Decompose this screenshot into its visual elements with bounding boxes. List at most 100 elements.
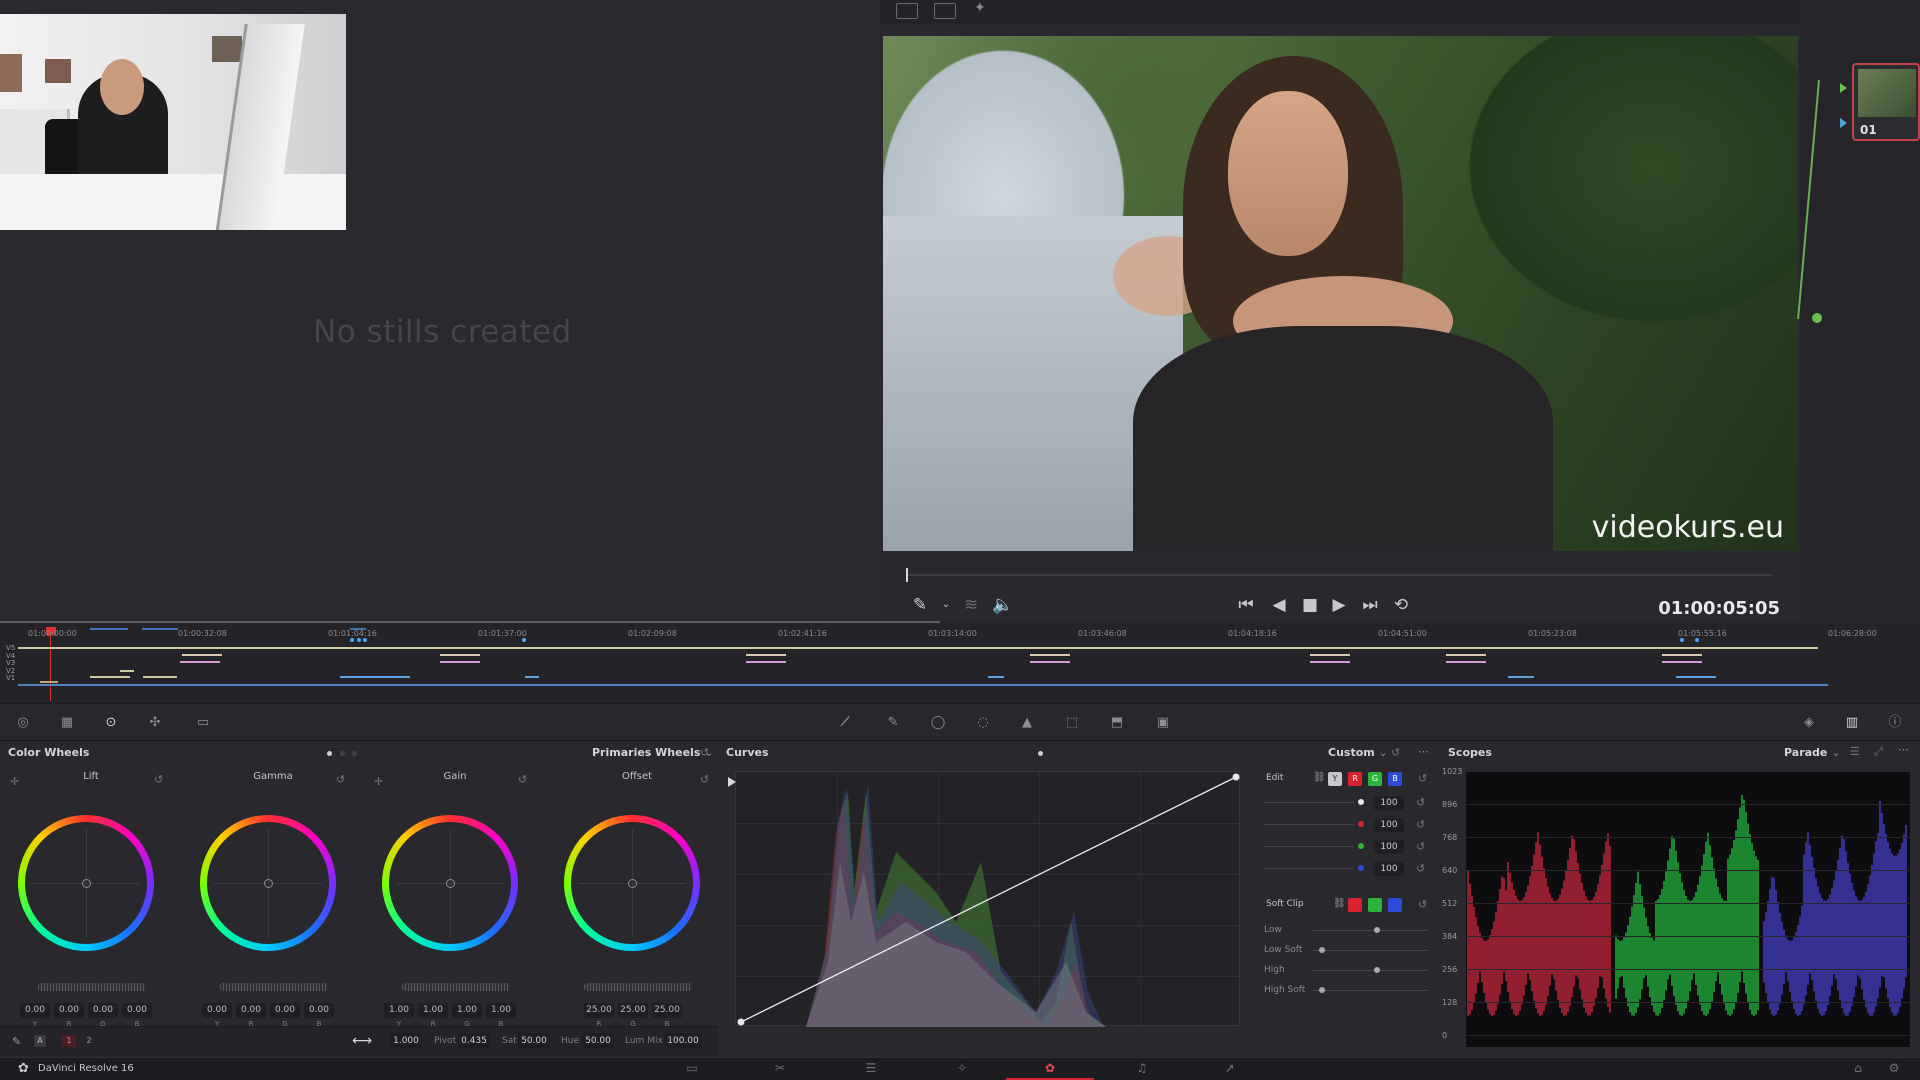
fairlight-page-icon[interactable]: ♫ [1130,1061,1154,1077]
3d-icon[interactable]: ▣ [1154,715,1172,731]
timeline-clip[interactable] [1310,661,1350,663]
pivot-value[interactable]: 0.435 [458,1033,490,1049]
loop-icon[interactable]: ⟲ [1388,592,1414,618]
timeline-clip[interactable] [18,684,1828,686]
chevron-down-icon[interactable]: ⌄ [933,592,959,618]
sat-value[interactable]: 50.00 [518,1033,550,1049]
page-2-button[interactable]: 2 [82,1035,96,1047]
soft-clip-slider[interactable] [1313,970,1428,971]
wheel-value-field[interactable]: 0.00 [236,1003,266,1018]
color-page-tab[interactable]: ✿ [1006,1058,1094,1080]
channel-b-button[interactable]: B [1388,772,1402,786]
timeline-clip[interactable] [988,676,1004,678]
timeline-clip[interactable] [440,661,480,663]
timeline-clip[interactable] [180,661,220,663]
master-wheel-slider[interactable] [584,983,692,991]
wheel-value-field[interactable]: 1.00 [452,1003,482,1018]
wheel-value-field[interactable]: 0.00 [20,1003,50,1018]
wheel-value-field[interactable]: 25.00 [618,1003,648,1018]
timeline-clip[interactable] [120,670,134,672]
soft-clip-slider[interactable] [1313,990,1428,991]
more-options-icon[interactable]: ⋯ [1418,745,1429,758]
wheel-value-field[interactable]: 25.00 [584,1003,614,1018]
color-wheels-icon[interactable]: ⊙ [102,715,120,731]
reset-icon[interactable]: ↺ [700,773,709,786]
channel-r-button[interactable]: R [1348,772,1362,786]
reset-icon[interactable]: ↺ [1416,818,1425,831]
timeline-clip[interactable] [1310,654,1350,656]
timeline-clip[interactable] [90,628,128,630]
wheel-value-field[interactable]: 0.00 [270,1003,300,1018]
reset-icon[interactable]: ↺ [336,773,345,786]
wheel-value-field[interactable]: 0.00 [54,1003,84,1018]
timeline-marker[interactable] [350,638,354,642]
channel-value[interactable]: 100 [1374,840,1404,854]
curve-editor[interactable] [735,771,1240,1027]
wheel-center-handle[interactable] [82,879,91,888]
home-icon[interactable]: ⌂ [1846,1061,1870,1077]
wheel-center-handle[interactable] [264,879,273,888]
reset-icon[interactable]: ↺ [1418,898,1427,911]
soft-clip-handle[interactable] [1318,987,1325,993]
wheel-value-field[interactable]: 25.00 [652,1003,682,1018]
expand-icon[interactable]: ⤢ [1874,745,1883,759]
wheel-value-field[interactable]: 0.00 [202,1003,232,1018]
channel-g-button[interactable]: G [1368,772,1382,786]
info-icon[interactable]: ⓘ [1886,715,1904,731]
reset-icon[interactable]: ↺ [1416,796,1425,809]
timeline-clip[interactable] [182,654,222,656]
soft-clip-handle[interactable] [1318,947,1325,953]
picker-icon[interactable]: ✛ [10,775,19,788]
skip-back-icon[interactable]: ⏮ [1233,592,1259,618]
reset-icon[interactable]: ↺ [1416,840,1425,853]
link-icon[interactable]: ⛓ [1333,898,1346,909]
timeline-clip[interactable] [1662,654,1702,656]
node-01[interactable]: 01 [1852,63,1920,141]
soft-clip-slider[interactable] [1313,930,1428,931]
page-dot[interactable] [352,751,357,756]
blur-icon[interactable]: ▲ [1018,715,1036,731]
wheel-value-field[interactable]: 0.00 [122,1003,152,1018]
page-dot-active[interactable] [327,751,332,756]
motion-effects-icon[interactable]: ▭ [194,715,212,731]
settings-gear-icon[interactable]: ⚙ [1882,1061,1906,1077]
qualifier-icon[interactable]: ✎ [884,715,902,731]
timeline-clip[interactable] [350,628,366,630]
reset-icon[interactable]: ↺ [1418,772,1427,785]
scrubber-playhead[interactable] [906,568,908,582]
timeline-marker[interactable] [357,638,361,642]
scopes-icon[interactable]: ▥ [1843,715,1861,731]
eyedropper-icon[interactable]: ✎ [907,592,933,618]
master-wheel-slider[interactable] [402,983,510,991]
soft-clip-slider[interactable] [1313,950,1428,951]
color-match-icon[interactable]: ▦ [58,715,76,731]
wheel-value-field[interactable]: 1.00 [384,1003,414,1018]
wheel-value-field[interactable]: 0.00 [304,1003,334,1018]
play-icon[interactable]: ▶ [1326,592,1352,618]
viewer-scrubber[interactable] [906,574,1772,576]
page-dot[interactable] [340,751,345,756]
curves-preset-select[interactable]: Custom ⌄ [1328,741,1388,765]
timeline-clip[interactable] [340,676,410,678]
channel-slider[interactable] [1264,846,1354,847]
timeline-clip[interactable] [40,681,58,683]
channel-dot[interactable] [1358,799,1364,805]
softclip-g-button[interactable] [1368,898,1382,912]
wheel-value-field[interactable]: 1.00 [486,1003,516,1018]
camera-raw-icon[interactable]: ◎ [14,715,32,731]
reset-icon[interactable]: ↺ [700,746,709,759]
node-output-dot[interactable] [1812,313,1822,323]
lum-mix-value[interactable]: 100.00 [664,1033,702,1049]
split-viewer-icon[interactable] [934,3,956,19]
channel-slider[interactable] [1264,824,1354,825]
timeline-clip[interactable] [1662,661,1702,663]
tracker-icon[interactable]: ◌ [974,715,992,731]
timeline-marker[interactable] [363,638,367,642]
channel-value[interactable]: 100 [1374,818,1404,832]
reset-icon[interactable]: ↺ [518,773,527,786]
timeline-clip[interactable] [90,676,130,678]
mini-timeline[interactable]: 01:00:00:00 01:00:32:08 01:01:04:16 01:01:3… [0,621,1920,703]
page-dot-active[interactable] [1038,751,1043,756]
wheels-mode-select[interactable]: Primaries Wheels ⌄ [592,741,713,765]
master-wheel-slider[interactable] [38,983,146,991]
